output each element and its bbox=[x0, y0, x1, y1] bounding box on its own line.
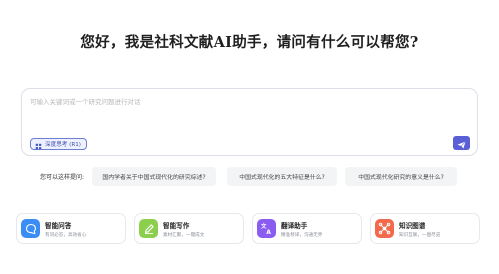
pen-icon bbox=[139, 219, 158, 238]
deep-think-toggle[interactable]: 深度思考 (R1) bbox=[30, 138, 87, 150]
chat-input-box[interactable]: 深度思考 (R1) bbox=[21, 88, 478, 156]
feature-card-qa[interactable]: 智能问答 有问必答，高效省心 bbox=[16, 213, 126, 244]
feature-subtitle: 素材汇聚，一键成文 bbox=[163, 233, 205, 238]
chat-bubble-icon bbox=[21, 219, 40, 238]
feature-title: 智能问答 bbox=[45, 222, 72, 230]
page: 您好，我是社科文献AI助手，请问有什么可以帮您? 深度思考 (R1) bbox=[0, 0, 499, 274]
graph-icon bbox=[375, 219, 394, 238]
deep-think-label: 深度思考 (R1) bbox=[45, 142, 81, 148]
send-button[interactable] bbox=[453, 136, 470, 150]
suggestion-chip-3[interactable]: 中国式现代化研究的意义是什么? bbox=[345, 167, 457, 186]
suggestion-chip-1[interactable]: 国内学者关于中国式现代化的研究综述? bbox=[92, 167, 216, 186]
feature-title: 智能写作 bbox=[163, 222, 190, 230]
feature-card-translate[interactable]: 文 A 翻译助手 精准移译，沟通无界 bbox=[252, 213, 362, 244]
page-title: 您好，我是社科文献AI助手，请问有什么可以帮您? bbox=[80, 34, 419, 51]
feature-card-writing[interactable]: 智能写作 素材汇聚，一键成文 bbox=[134, 213, 244, 244]
deep-think-icon bbox=[35, 135, 42, 154]
feature-subtitle: 有问必答，高效省心 bbox=[45, 233, 87, 238]
feature-title: 翻译助手 bbox=[281, 222, 308, 230]
feature-card-graph[interactable]: 知识图谱 知识互联，一图尽览 bbox=[370, 213, 480, 244]
feature-subtitle: 知识互联，一图尽览 bbox=[399, 233, 441, 238]
suggestion-label: 您可以这样提问: bbox=[40, 174, 85, 181]
suggestion-row: 您可以这样提问: 国内学者关于中国式现代化的研究综述? 中国式现代化的五大特征是… bbox=[0, 167, 499, 187]
feature-title: 知识图谱 bbox=[399, 222, 426, 230]
chat-input[interactable] bbox=[30, 95, 450, 109]
translate-icon: 文 A bbox=[257, 219, 276, 238]
svg-text:A: A bbox=[266, 229, 271, 235]
suggestion-chip-2[interactable]: 中国式现代化的五大特征是什么? bbox=[227, 167, 337, 186]
send-icon bbox=[457, 134, 466, 153]
feature-subtitle: 精准移译，沟通无界 bbox=[281, 233, 323, 238]
